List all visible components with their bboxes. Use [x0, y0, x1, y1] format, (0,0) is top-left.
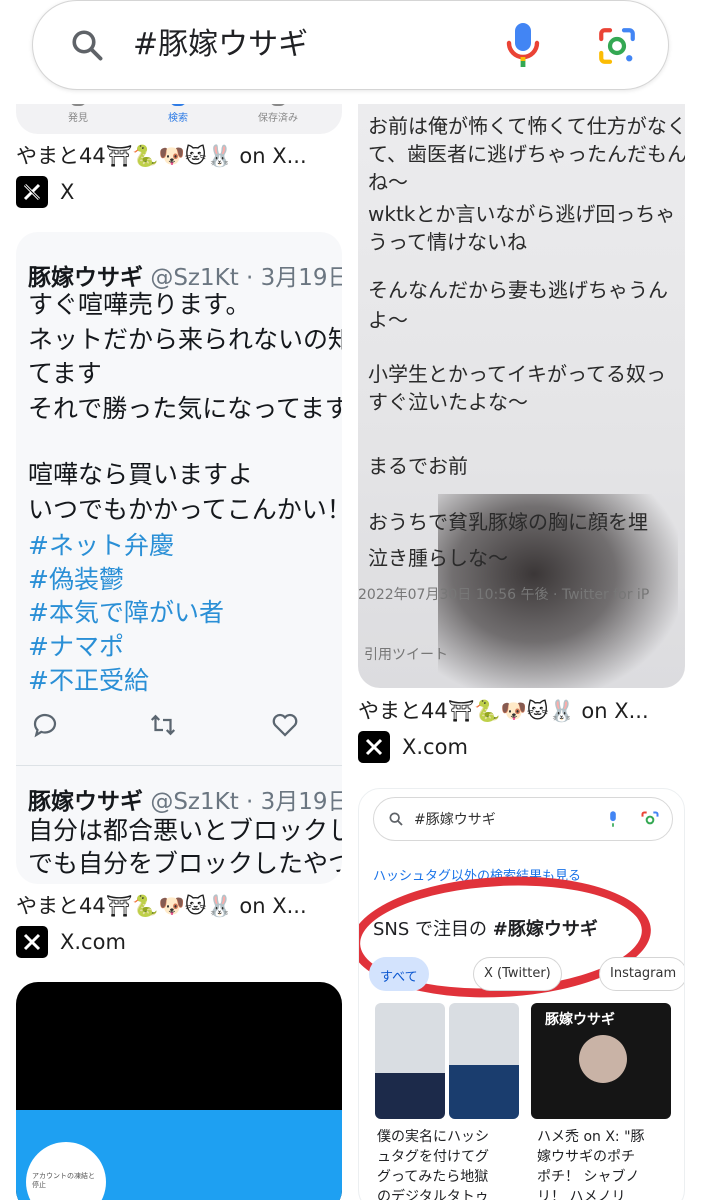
search-icon [389, 812, 403, 826]
like-icon [272, 713, 298, 737]
tweet-line: いつでもかかってこんかい！ [28, 495, 342, 524]
source-label: X [60, 180, 75, 204]
result-title-line: ポチ！ シャブノ [537, 1169, 640, 1185]
microphone-icon[interactable] [503, 21, 543, 69]
reply-icon [33, 713, 57, 738]
google-lens-icon [641, 811, 659, 825]
thumbnail [449, 1003, 519, 1119]
text-line: そんなんだから妻も逃げちゃうん [368, 278, 668, 302]
google-lens-icon[interactable] [596, 25, 638, 67]
tweet-line: ネットだから来られないの知 [28, 325, 342, 354]
chip-instagram: Instagram [599, 957, 684, 991]
result-title-line: リ！ ハメノリ [537, 1189, 626, 1200]
microphone-icon [610, 811, 616, 827]
chip-twitter: X (Twitter) [473, 957, 562, 991]
tweet-line: でも自分をブロックしたやつ [28, 849, 342, 878]
result-caption-4[interactable]: やまと44⛩🐍🐶🐱🐰 on X... [358, 697, 685, 725]
tweet-actions [16, 710, 342, 746]
result-title-line: 僕の実名にハッシ [377, 1129, 489, 1145]
result-title-line: のデジタルタトゥ [377, 1189, 489, 1200]
result-caption-2[interactable]: やまと44⛩🐍🐶🐱🐰 on X... [16, 892, 342, 920]
text-line: よ〜 [368, 308, 408, 332]
hashtag: #ナマポ [28, 632, 124, 661]
x-logo-icon [358, 731, 390, 763]
x-logo-icon [16, 926, 48, 958]
result-title-line: ハメ禿 on X: "豚 [537, 1129, 645, 1145]
tweet-line: 喧嘩なら買いますよ [28, 460, 254, 489]
result-source-1[interactable]: X [16, 176, 74, 208]
tweet-header-2: 豚嫁ウサギ @Sz1Kt · 3月19日 [28, 782, 342, 816]
search-icon[interactable] [69, 27, 105, 63]
hashtag: #不正受給 [28, 666, 149, 695]
text-line: ね〜 [368, 170, 408, 194]
search-header: #豚嫁ウサギ [0, 0, 701, 104]
search-bar[interactable]: #豚嫁ウサギ [32, 0, 669, 90]
text-line: すぐ泣いたよな〜 [368, 390, 528, 414]
thumbnail [375, 1003, 445, 1119]
result-source-4[interactable]: X.com [358, 731, 468, 763]
text-line: おうちで貧乳豚嫁の胸に顔を埋 [368, 510, 648, 534]
hashtag: #偽装鬱 [28, 565, 124, 594]
tweet-author: 豚嫁ウサギ [28, 789, 143, 815]
result-source-2[interactable]: X.com [16, 926, 126, 958]
text-line: 泣き腫らしな〜 [368, 546, 508, 570]
result-image-3[interactable]: アカウントの凍結と停止 [16, 982, 342, 1200]
result-title-line: 嫁ウサギのポチ [537, 1149, 635, 1165]
tweet-line: それで勝った気になってます [28, 394, 342, 423]
tweet-handle: @Sz1Kt · 3月19日 [150, 789, 342, 815]
result-title-line: ュタグを付けてグ [377, 1149, 489, 1165]
tweet-header: 豚嫁ウサギ @Sz1Kt · 3月19日 [28, 258, 342, 292]
tweet-line: 自分は都合悪いとブロックし [28, 816, 342, 845]
text-line: て、歯医者に逃げちゃったんだもん [368, 142, 685, 166]
text-line: wktkとか言いながら逃げ回っちゃ [368, 202, 676, 226]
text-line: まるでお前 [368, 454, 468, 478]
x-logo-icon [16, 176, 48, 208]
result-caption-1[interactable]: やまと44⛩🐍🐶🐱🐰 on X... [16, 142, 342, 170]
mini-search-text: #豚嫁ウサギ [414, 812, 496, 828]
face-photo [579, 1035, 627, 1083]
source-label: X.com [402, 735, 468, 759]
mini-search-bar: #豚嫁ウサギ [373, 797, 673, 841]
source-label: X.com [60, 930, 126, 954]
tshirt-image: 豚嫁ウサギ [531, 1003, 671, 1119]
text-line: 小学生とかってイキがってる奴っ [368, 362, 666, 386]
result-image-2[interactable]: 豚嫁ウサギ @Sz1Kt · 3月19日 すぐ喧嘩売ります。 ネットだから来られ… [16, 232, 342, 884]
text-line: お前は俺が怖くて怖くて仕方がなく [368, 114, 685, 138]
tweet-line: てます [28, 359, 102, 388]
text-line: うって情けないね [368, 230, 527, 254]
result-image-4[interactable]: お前は俺が怖くて怖くて仕方がなく て、歯医者に逃げちゃったんだもん ね〜 wkt… [358, 104, 685, 688]
result-title-line: グってみたら地獄 [377, 1169, 489, 1185]
tweet-line: すぐ喧嘩売ります。 [28, 290, 251, 319]
hashtag: #本気で障がい者 [28, 598, 224, 627]
result-image-5[interactable]: #豚嫁ウサギ ハッシュタグ以外の検索結果も見る SNS で注目の #豚嫁ウサギ … [358, 788, 685, 1200]
hashtag: #ネット弁慶 [28, 531, 174, 560]
chip-all: すべて [369, 957, 429, 991]
search-input[interactable]: #豚嫁ウサギ [133, 25, 308, 65]
tweet-meta: 2022年07月30日 10:56 午後 · Twitter for iP [358, 587, 650, 603]
divider [16, 765, 342, 766]
quote-tweet-label: 引用ツイート [364, 647, 448, 663]
retweet-icon [150, 714, 176, 736]
